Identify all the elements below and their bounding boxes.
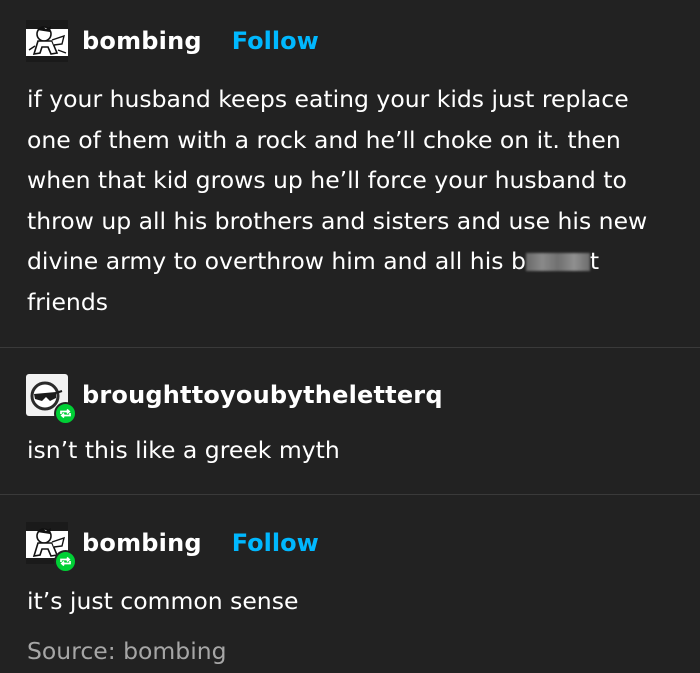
post-text: if your husband keeps eating your kids j… <box>27 79 677 323</box>
post-text: it’s just common sense <box>27 581 677 622</box>
avatar[interactable] <box>26 374 77 425</box>
avatar[interactable] <box>26 522 77 573</box>
original-post: bombing Follow if your husband keeps eat… <box>0 0 700 347</box>
text-line: if your husband keeps eating your kids j… <box>27 85 629 113</box>
text-line: throw up all his brothers and sisters an… <box>27 206 648 235</box>
text-line: isn’t this like a greek myth <box>27 436 340 464</box>
follow-button[interactable]: Follow <box>232 529 319 557</box>
follow-button[interactable]: Follow <box>232 27 319 55</box>
reblog-icon <box>60 556 71 567</box>
post-header: broughttoyoubytheletterq <box>26 374 443 425</box>
username[interactable]: broughttoyoubytheletterq <box>82 381 443 409</box>
post-header: bombing Follow <box>26 522 319 573</box>
text-line: one of them with a rock and he’ll choke … <box>27 125 621 154</box>
source-link[interactable]: Source: bombing <box>27 633 227 669</box>
post-text: isn’t this like a greek myth <box>27 430 677 471</box>
text-line: it’s just common sense <box>27 587 299 615</box>
sketch-figure-avatar-icon <box>26 20 68 62</box>
text-line: when that kid grows up he’ll force your … <box>27 166 627 195</box>
reblog-comment: broughttoyoubytheletterq isn’t this like… <box>0 348 700 494</box>
text-line: t <box>589 247 600 276</box>
post-header: bombing Follow <box>26 20 319 62</box>
reblog-badge <box>54 550 77 573</box>
text-line: friends <box>27 287 108 316</box>
username[interactable]: bombing <box>82 529 202 557</box>
reblog-icon <box>60 408 71 419</box>
reblog-badge <box>54 402 77 425</box>
avatar[interactable] <box>26 20 68 62</box>
censored-word <box>525 253 590 272</box>
username[interactable]: bombing <box>82 27 202 55</box>
text-line: divine army to overthrow him and all his… <box>27 247 526 276</box>
